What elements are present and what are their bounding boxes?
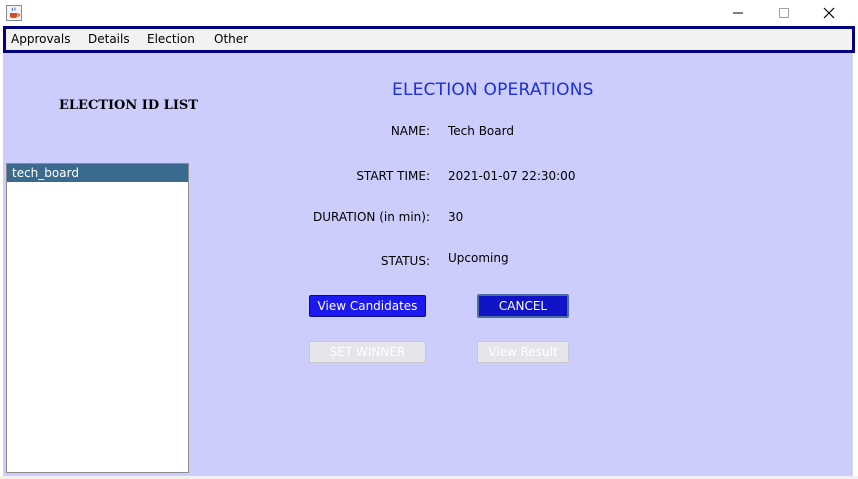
start-time-value: 2021-01-07 22:30:00 [448,169,576,183]
view-result-button[interactable]: View Result [477,341,569,363]
menu-election[interactable]: Election [147,32,195,46]
status-label: STATUS: [380,254,430,268]
java-coffee-icon [6,5,22,21]
status-value: Upcoming [448,251,509,265]
election-id-list-title: ELECTION ID LIST [59,98,198,113]
maximize-button[interactable] [761,0,807,26]
menu-approvals[interactable]: Approvals [11,32,71,46]
name-label: NAME: [390,124,430,138]
minimize-button[interactable] [715,0,761,26]
menu-bar: Approvals Details Election Other [3,26,855,53]
election-id-list[interactable]: tech_board [6,163,189,473]
duration-label: DURATION (in min): [312,210,430,224]
page-title: ELECTION OPERATIONS [392,80,594,100]
cancel-button[interactable]: CANCEL [477,294,569,318]
list-item[interactable]: tech_board [7,164,188,182]
maximize-icon [779,8,789,18]
minimize-icon [733,12,743,14]
window-edge [852,53,858,479]
duration-value: 30 [448,210,464,224]
name-value: Tech Board [448,124,514,138]
start-time-label: START TIME: [356,169,430,183]
close-button[interactable] [806,0,852,26]
menu-details[interactable]: Details [88,32,130,46]
close-icon [823,7,835,19]
window-titlebar [0,0,858,26]
main-content: ELECTION ID LIST tech_board ELECTION OPE… [3,53,852,476]
menu-other[interactable]: Other [214,32,248,46]
set-winner-button[interactable]: SET WINNER [309,341,426,363]
view-candidates-button[interactable]: View Candidates [309,295,426,317]
